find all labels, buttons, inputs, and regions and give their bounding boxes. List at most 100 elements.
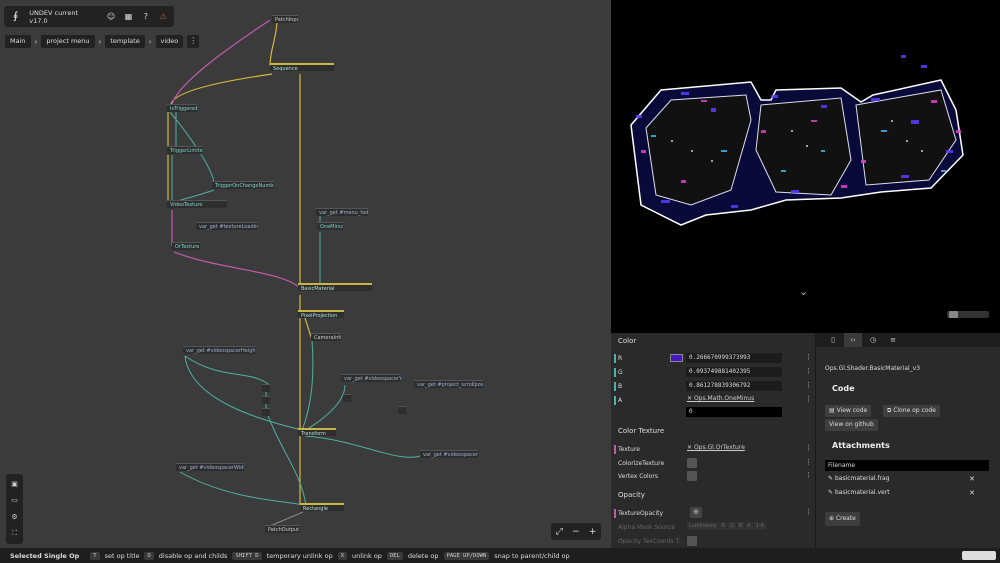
- clock-icon[interactable]: ◷: [864, 333, 882, 347]
- attachment-row[interactable]: ✎ basicmaterial.vert ✕: [825, 487, 989, 499]
- fit-icon[interactable]: ⤢: [556, 527, 563, 537]
- op-math-node[interactable]: [262, 408, 270, 416]
- breadcrumb-project-menu[interactable]: project menu: [41, 35, 95, 48]
- op-ortexture[interactable]: OrTexture: [172, 242, 200, 250]
- more-icon[interactable]: ⋮: [805, 367, 812, 375]
- op-math-node[interactable]: [398, 406, 406, 414]
- alpha-option[interactable]: R: [719, 522, 727, 530]
- op-triggeronchangenumber[interactable]: TriggerOnChangeNumber: [212, 181, 274, 189]
- param-r-input[interactable]: 0.266670999373993: [686, 353, 782, 363]
- attachment-row[interactable]: ✎ basicmaterial.frag ✕: [825, 473, 989, 485]
- chevron-right-icon: ›: [34, 37, 38, 46]
- more-icon[interactable]: ⋮: [805, 353, 812, 361]
- viewport-slider[interactable]: [947, 311, 989, 318]
- op-var-videospacerheight[interactable]: var_get #videospacerHeight: [183, 346, 255, 354]
- param-r-label: R: [614, 354, 622, 363]
- op-videotexture[interactable]: VideoTexture: [167, 200, 227, 208]
- edit-icon[interactable]: ✎: [828, 489, 833, 496]
- alpha-option[interactable]: Luminance: [687, 522, 719, 530]
- list-icon[interactable]: ≡: [884, 333, 902, 347]
- more-icon[interactable]: ⋮: [805, 458, 812, 466]
- view-code-button[interactable]: ▤ View code: [825, 405, 872, 417]
- settings-icon[interactable]: ⚙: [11, 513, 17, 521]
- view-github-button[interactable]: View on github: [825, 419, 878, 431]
- param-a-link-text[interactable]: Ops.Math.OneMinus: [694, 395, 754, 402]
- shortcut-desc: snap to parent/child op: [494, 551, 570, 560]
- op-var-videospacerwidth[interactable]: var_get #videospacerWidth: [176, 463, 244, 471]
- op-var-videospacery[interactable]: var_get #videospacerY: [341, 374, 401, 382]
- param-a-input[interactable]: 0: [686, 407, 782, 417]
- more-icon[interactable]: ⋮: [805, 508, 812, 516]
- more-icon[interactable]: ⋮: [805, 444, 812, 452]
- op-math-node[interactable]: [343, 394, 351, 402]
- close-icon[interactable]: ✕: [969, 473, 975, 485]
- op-istriggered[interactable]: IsTriggered: [167, 104, 197, 112]
- op-patchinput[interactable]: PatchInput: [272, 15, 298, 23]
- zoom-out-button[interactable]: −: [572, 527, 580, 537]
- shortcut-key: SHIFT D: [232, 551, 262, 560]
- alpha-option[interactable]: 1-A: [753, 522, 766, 530]
- breadcrumb-template[interactable]: template: [105, 35, 145, 48]
- warning-icon[interactable]: ⚠: [159, 12, 168, 22]
- book-icon[interactable]: ▯: [824, 333, 842, 347]
- op-transform[interactable]: Transform: [298, 428, 336, 436]
- more-icon[interactable]: ⋮: [805, 381, 812, 389]
- param-g-input[interactable]: 0.093749881402395: [686, 367, 782, 377]
- clone-code-button[interactable]: ⧉ Clone op code: [883, 405, 940, 417]
- op-triggerlimiter[interactable]: TriggerLimiter: [167, 146, 203, 154]
- more-icon[interactable]: ⋮: [187, 35, 200, 48]
- op-oneminus[interactable]: OneMinus: [317, 222, 343, 230]
- chevron-down-icon[interactable]: ⌄: [799, 286, 808, 297]
- render-viewport[interactable]: ⌄: [611, 0, 1000, 333]
- alpha-option[interactable]: G: [727, 522, 736, 530]
- param-a-link[interactable]: ✕ Ops.Math.OneMinus: [687, 395, 754, 402]
- op-rectangle[interactable]: Rectangle: [300, 503, 344, 511]
- alpha-option[interactable]: B: [736, 522, 745, 530]
- patch-editor[interactable]: PatchInput Sequence IsTriggered TriggerL…: [0, 0, 611, 548]
- grid-icon[interactable]: ▦: [124, 12, 133, 22]
- more-icon[interactable]: ⋮: [805, 471, 812, 479]
- app-header: ∮ UNDEV current v17.0 ☺ ▦ ? ⚠: [4, 6, 174, 27]
- opacity-coords-checkbox[interactable]: [687, 536, 697, 546]
- fullscreen-icon[interactable]: ⛶: [12, 529, 17, 538]
- close-icon[interactable]: ✕: [969, 487, 975, 499]
- shortcut-key: DEL: [386, 551, 403, 560]
- color-swatch[interactable]: [670, 354, 683, 362]
- op-sequence[interactable]: Sequence: [270, 63, 334, 71]
- param-texture-link-text[interactable]: Ops.Gl.OrTexture: [694, 444, 745, 451]
- add-icon[interactable]: ⊕: [690, 507, 702, 518]
- op-math-node[interactable]: [262, 396, 270, 404]
- save-icon[interactable]: ▣: [11, 480, 18, 488]
- alpha-mask-selector[interactable]: Luminance R G B A 1-A: [687, 522, 766, 530]
- status-bar: Selected Single Op T set op title D disa…: [0, 548, 1000, 563]
- attachment-name[interactable]: basicmaterial.frag: [835, 475, 890, 482]
- op-basicmaterial[interactable]: BasicMaterial: [298, 283, 372, 291]
- vertex-colors-checkbox[interactable]: [687, 471, 697, 481]
- help-icon[interactable]: ?: [141, 12, 150, 22]
- zoom-in-button[interactable]: +: [589, 527, 597, 537]
- create-button[interactable]: ⊕ Create: [825, 512, 860, 526]
- more-icon[interactable]: ⋮: [805, 395, 812, 403]
- alpha-option[interactable]: A: [745, 522, 753, 530]
- op-pixelprojection[interactable]: PixelProjection: [298, 310, 344, 318]
- code-icon[interactable]: ‹›: [844, 333, 862, 347]
- graph-logo-icon[interactable]: ∮: [10, 11, 21, 23]
- user-icon[interactable]: ☺: [106, 12, 115, 22]
- param-texture-link[interactable]: ✕ Ops.Gl.OrTexture: [687, 444, 745, 451]
- slider-knob[interactable]: [949, 311, 958, 318]
- op-var-videospacerx[interactable]: var_get #videospacerX: [420, 450, 478, 458]
- op-var-projectscrollpos[interactable]: var_get #project_scrollpos: [414, 380, 484, 388]
- op-var-textureloading[interactable]: var_get #textureLoading: [196, 222, 258, 230]
- edit-icon[interactable]: ✎: [828, 475, 833, 482]
- op-math-node[interactable]: [262, 384, 270, 392]
- op-camerainfo[interactable]: CameraInfo: [311, 333, 341, 341]
- colorize-checkbox[interactable]: [687, 458, 697, 468]
- breadcrumb-main[interactable]: Main: [5, 35, 31, 48]
- record-icon[interactable]: ▭: [11, 496, 18, 504]
- op-var-menufade[interactable]: var_get #menu_fade: [316, 208, 368, 216]
- zoom-controls: ⤢ − +: [551, 523, 601, 540]
- op-patchoutput[interactable]: PatchOutput: [265, 525, 300, 533]
- attachment-name[interactable]: basicmaterial.vert: [835, 489, 890, 496]
- breadcrumb-video[interactable]: video: [155, 35, 184, 48]
- param-b-input[interactable]: 0.861278839306792: [686, 381, 782, 391]
